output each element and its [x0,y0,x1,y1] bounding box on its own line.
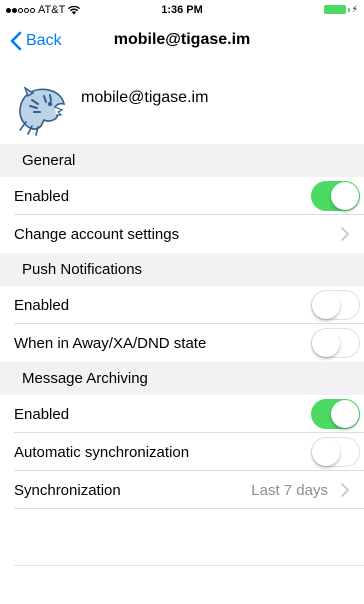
status-time: 1:36 PM [161,4,203,16]
toggle-knob [311,437,340,466]
push-enabled-toggle[interactable] [311,290,360,320]
toggle-knob [331,182,359,210]
change-account-settings-row[interactable]: Change account settings [0,215,364,253]
push-enabled-row: Enabled [0,286,364,324]
away-state-row: When in Away/XA/DND state [0,324,364,362]
section-header-general: General [0,144,364,177]
synchronization-row[interactable]: Synchronization Last 7 days [0,471,364,509]
away-state-toggle[interactable] [311,328,360,358]
automatic-synchronization-row: Automatic synchronization [0,433,364,471]
section-header-push-notifications: Push Notifications [0,253,364,286]
row-label: Change account settings [14,226,180,243]
toggle-knob [311,328,340,357]
page-title: mobile@tigase.im [113,31,251,48]
tiger-avatar-icon [19,86,65,136]
automatic-synchronization-toggle[interactable] [311,437,360,467]
status-bar: AT&T 1:36 PM ⚡ [0,0,364,20]
archiving-enabled-row: Enabled [0,395,364,433]
settings-list: General Enabled Change account settings … [0,144,364,509]
row-label: When in Away/XA/DND state [14,335,207,352]
account-name: mobile@tigase.im [81,89,209,106]
section-header-message-archiving: Message Archiving [0,362,364,395]
general-enabled-row: Enabled [0,177,364,215]
navigation-bar: Back mobile@tigase.im [0,20,364,64]
toggle-knob [331,400,359,428]
chevron-right-icon [341,483,349,497]
row-label: Synchronization [14,482,121,499]
toggle-knob [311,290,340,319]
battery-charging-icon: ⚡ [323,5,358,14]
synchronization-value: Last 7 days [251,482,328,499]
row-label: Enabled [14,188,70,205]
general-enabled-toggle[interactable] [311,181,360,211]
archiving-enabled-toggle[interactable] [311,399,360,429]
row-label: Enabled [14,406,70,423]
account-header: mobile@tigase.im [0,72,364,144]
row-label: Enabled [14,297,70,314]
chevron-right-icon [341,227,349,241]
row-label: Automatic synchronization [14,444,190,461]
divider [14,565,364,566]
